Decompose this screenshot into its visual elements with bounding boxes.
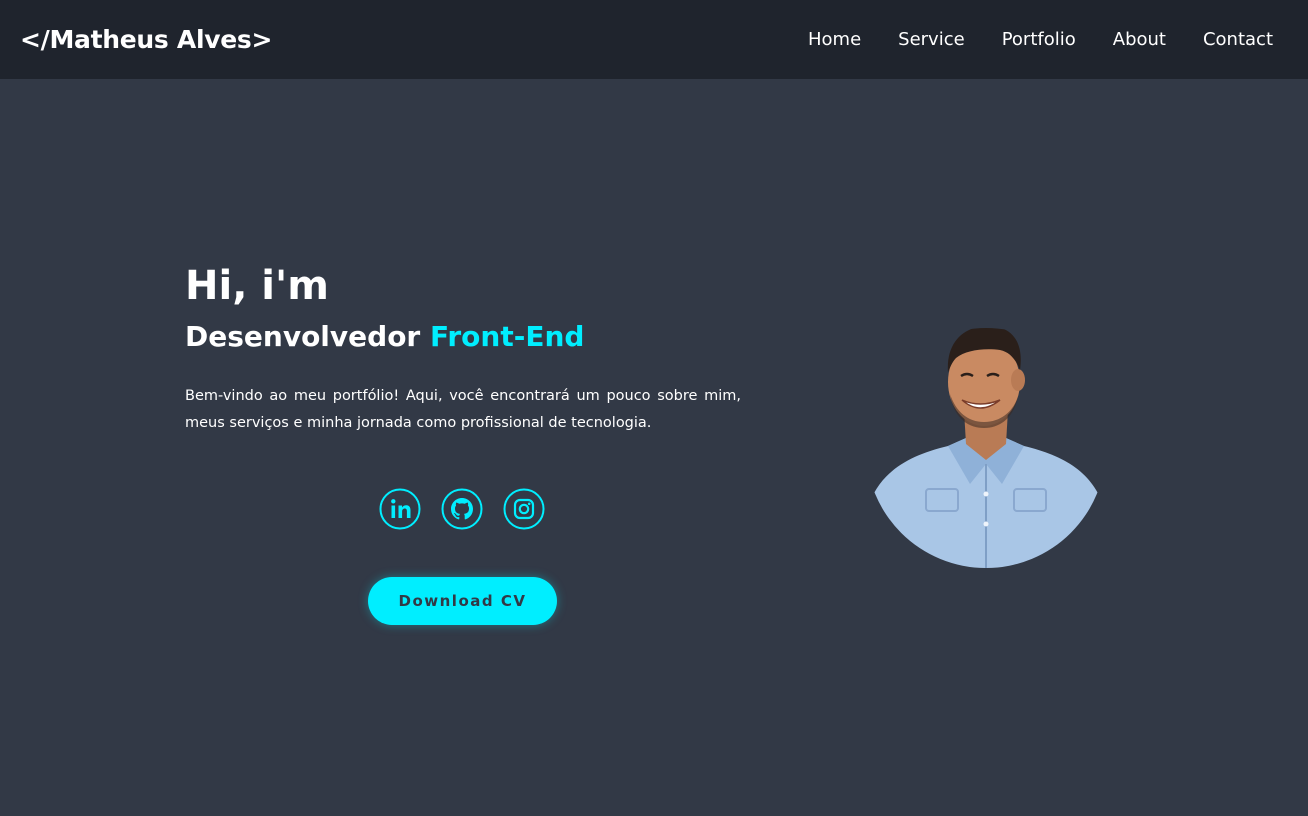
instagram-link[interactable] [503,488,545,530]
instagram-icon [503,488,545,530]
social-links [379,488,545,530]
download-cv-button[interactable]: Download CV [368,577,557,625]
hero-section: Hi, i'm Desenvolvedor Front-End Bem-vind… [0,79,1308,816]
site-logo[interactable]: </Matheus Alves> [20,25,272,54]
nav-link-home[interactable]: Home [808,29,861,50]
github-link[interactable] [441,488,483,530]
github-icon [441,488,483,530]
profile-photo [866,328,1106,568]
hero-role-highlight: Front-End [430,320,585,353]
hero-intro: Bem-vindo ao meu portfólio! Aqui, você e… [185,388,741,431]
navbar: </Matheus Alves> Home Service Portfolio … [0,0,1308,79]
nav-link-portfolio[interactable]: Portfolio [1002,29,1076,50]
linkedin-link[interactable] [379,488,421,530]
linkedin-icon [379,488,421,530]
hero-greeting: Hi, i'm [185,263,329,309]
nav-link-service[interactable]: Service [898,29,965,50]
hero-text: Hi, i'm Desenvolvedor Front-End Bem-vind… [185,257,741,436]
nav-link-contact[interactable]: Contact [1203,29,1273,50]
hero-role: Desenvolvedor Front-End [185,315,741,359]
nav-link-about[interactable]: About [1113,29,1166,50]
hero-role-prefix: Desenvolvedor [185,320,421,353]
nav-menu: Home Service Portfolio About Contact [808,29,1273,50]
